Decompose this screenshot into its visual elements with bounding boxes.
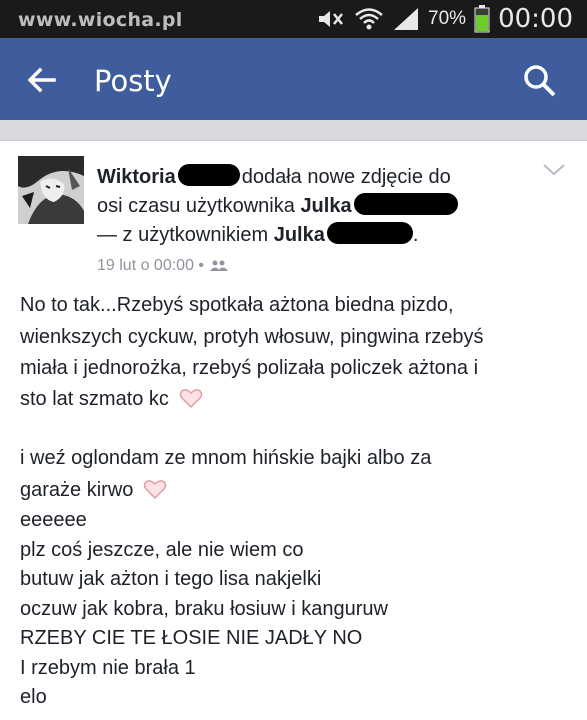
redaction-mark <box>177 164 240 186</box>
post-text-line: eeeeee <box>20 509 87 531</box>
author-name[interactable]: Wiktoria <box>97 166 176 188</box>
friends-icon <box>210 260 229 271</box>
battery-percentage: 70% <box>428 8 467 29</box>
post-text-line: No to tak...Rzebyś spotkała ażtona biedn… <box>20 294 454 316</box>
search-icon <box>524 65 556 97</box>
post-text-line: sto lat szmato kc <box>20 388 169 410</box>
section-divider <box>0 120 587 140</box>
post-text-line: plz coś jeszcze, ale nie wiem co <box>20 539 304 561</box>
with-user-name[interactable]: Julka <box>274 224 325 246</box>
post-text-line: wienkszych cyckuw, protyh włosuw, pingwi… <box>20 326 484 348</box>
wifi-icon <box>354 7 384 31</box>
post-text-line: miała i jednorożka, rzebyś polizała poli… <box>20 357 479 379</box>
post-text-line-with-heart: garaże kirwo <box>20 476 580 504</box>
post-date[interactable]: 19 lut o 00:00 • <box>97 257 204 275</box>
tagged-user-name[interactable]: Julka <box>300 195 351 217</box>
avatar[interactable] <box>18 156 84 224</box>
chevron-down-icon <box>543 164 565 176</box>
status-icons: 70% 00:00 <box>316 4 573 34</box>
post-text-line: I rzebym nie brała 1 <box>20 657 196 679</box>
heart-icon <box>143 480 167 500</box>
with-user-text: — z użytkownikiem <box>97 224 269 246</box>
post-text-line: elo <box>20 686 47 708</box>
card-edge <box>0 140 587 141</box>
status-bar: www.wiocha.pl 70% 00:00 <box>0 0 587 38</box>
post-options-button[interactable] <box>541 160 567 180</box>
post-text-line-with-heart: sto lat szmato kc <box>20 385 580 413</box>
mute-icon <box>316 8 346 30</box>
post-header: Wiktoria dodała nowe zdjęcie do osi czasu… <box>97 163 537 250</box>
post-text-line: garaże kirwo <box>20 479 134 501</box>
post-meta: 19 lut o 00:00 • <box>97 257 229 275</box>
page-title: Posty <box>94 64 172 98</box>
battery-icon <box>474 5 490 33</box>
post-text-line: RZEBY CIE TE ŁOSIE NIE JADŁY NO <box>20 627 363 649</box>
back-button[interactable] <box>24 62 60 98</box>
heart-icon <box>179 389 202 409</box>
signal-icon <box>392 7 420 31</box>
redaction-mark <box>353 193 458 215</box>
header-period: . <box>412 224 419 246</box>
arrow-left-icon <box>27 67 56 93</box>
action-text: dodała nowe zdjęcie do <box>241 166 451 188</box>
timeline-text: osi czasu użytkownika <box>97 195 295 217</box>
app-bar: Posty <box>0 38 587 120</box>
clock: 00:00 <box>498 4 573 34</box>
watermark: www.wiocha.pl <box>18 9 183 31</box>
post-text-line: i weź oglondam ze mnom hińskie bajki alb… <box>20 447 432 469</box>
post-text-line: butuw jak ażton i tego lisa nakjelki <box>20 568 322 590</box>
search-button[interactable] <box>523 64 557 98</box>
redaction-mark <box>326 222 413 244</box>
post-text-line: oczuw jak kobra, braku łosiuw i kanguruw <box>20 598 388 620</box>
